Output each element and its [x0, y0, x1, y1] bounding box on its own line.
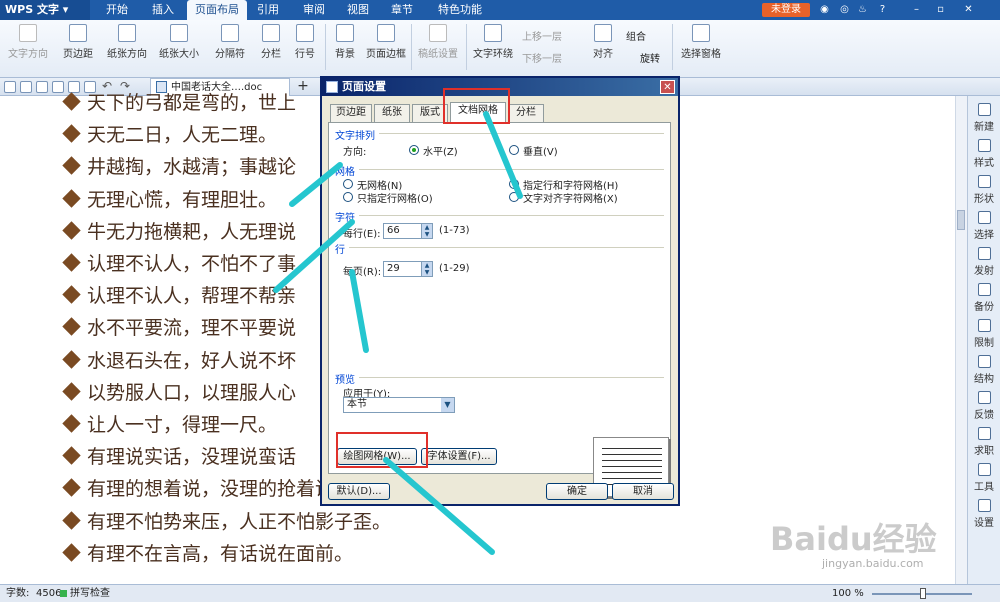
watermark-brand: Baidu经验	[770, 520, 937, 558]
annotation-arrow	[383, 457, 495, 555]
annotation-arrow	[483, 111, 523, 199]
annotation-arrow	[349, 269, 369, 353]
annotation-arrow	[289, 162, 343, 207]
watermark-url: jingyan.baidu.com	[822, 557, 924, 570]
annotation-arrows	[273, 111, 523, 555]
annotation-arrow	[273, 219, 355, 293]
